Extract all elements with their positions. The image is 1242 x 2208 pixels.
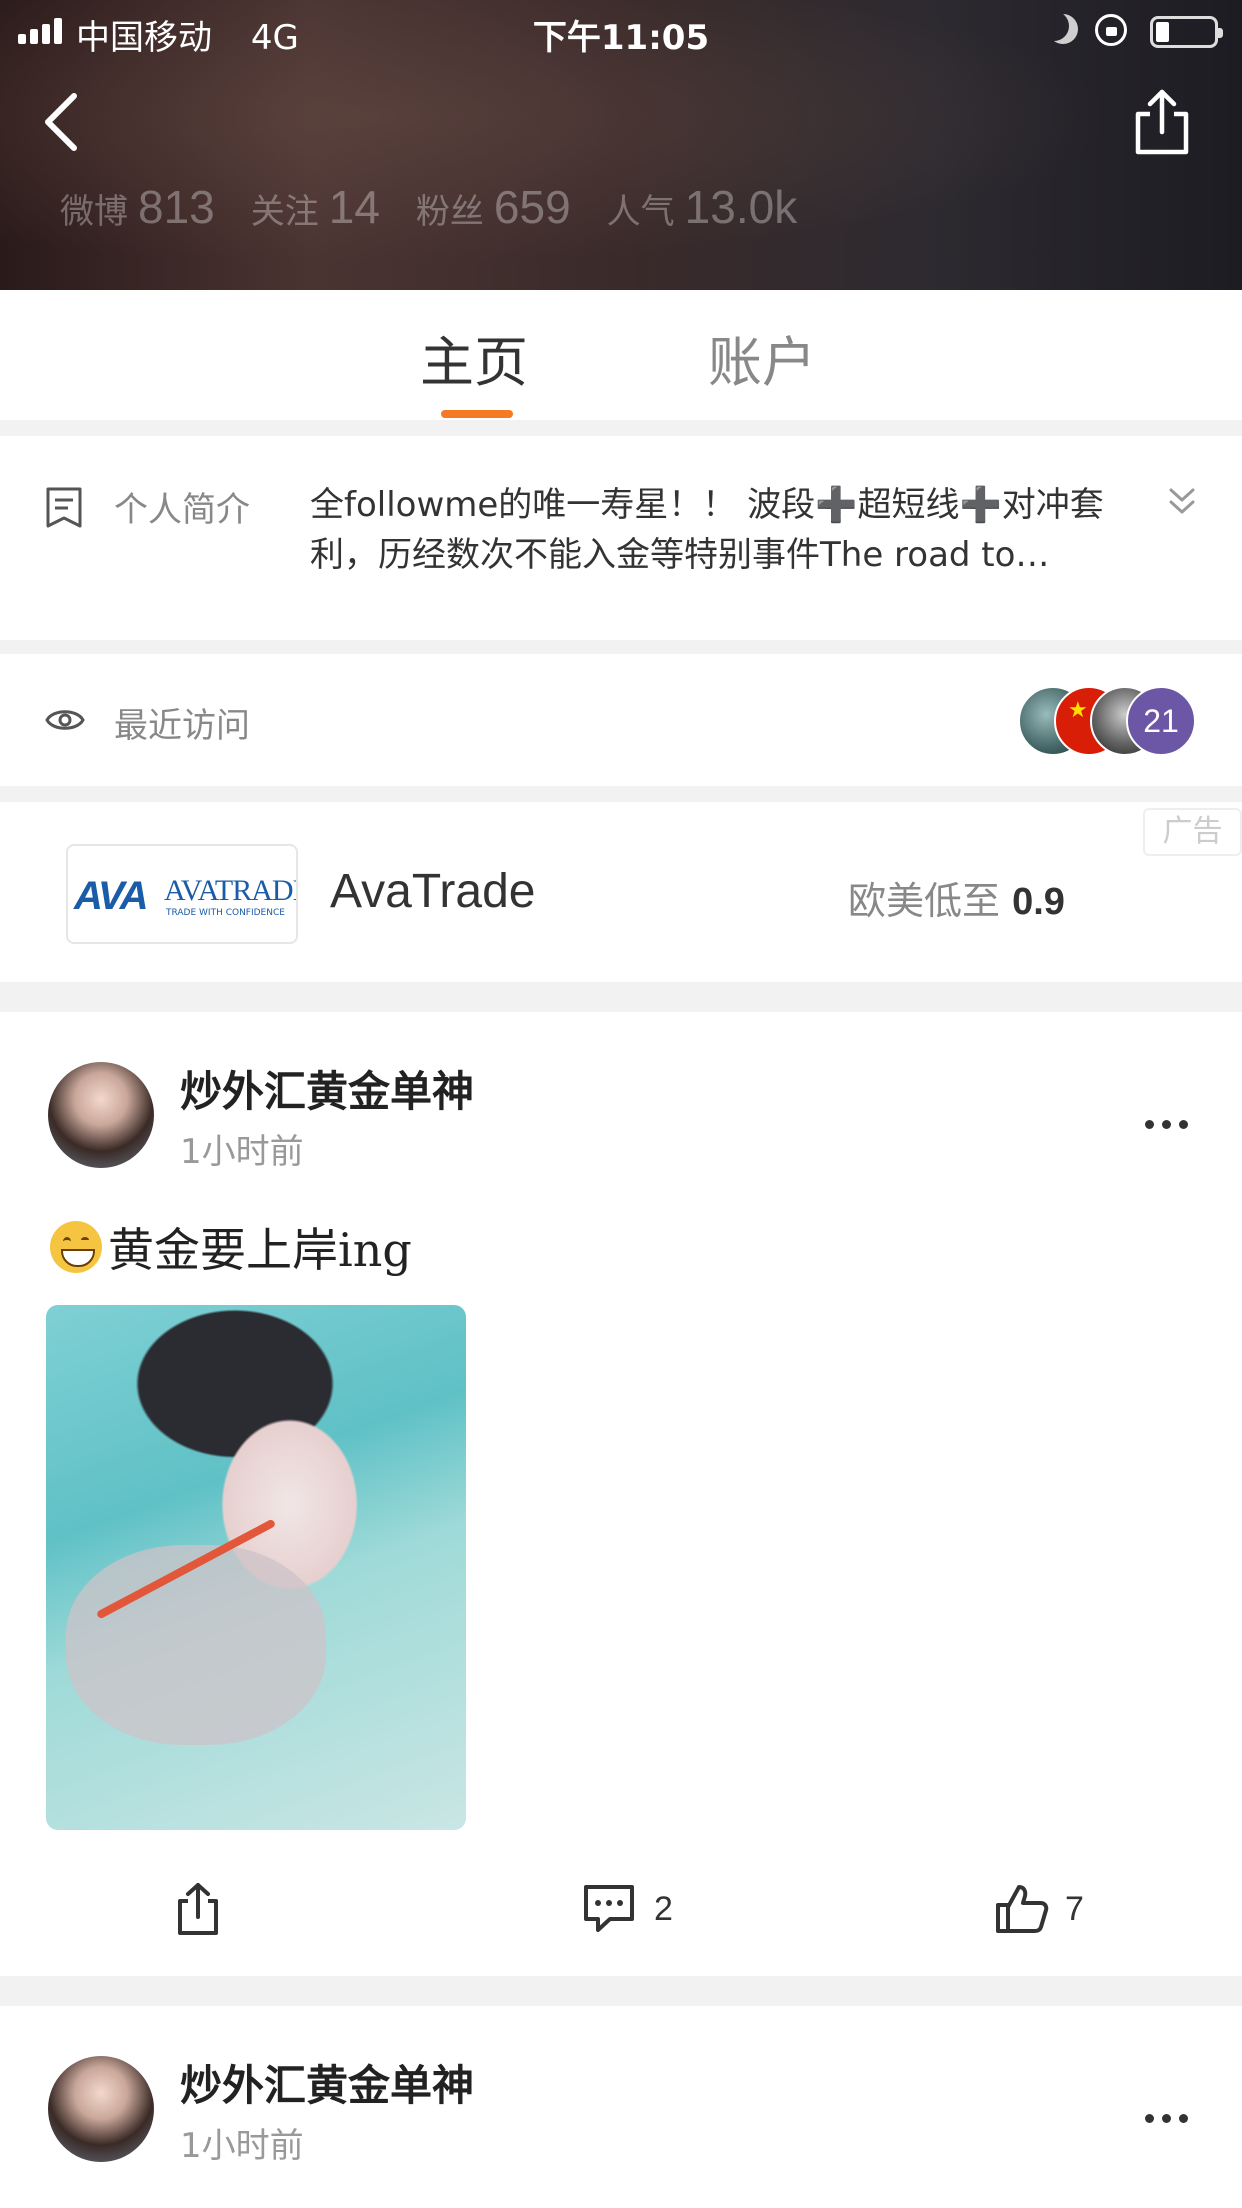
feed-post[interactable]: 炒外汇黄金单神 1小时前 xyxy=(0,2006,1242,2208)
post-time: 1小时前 xyxy=(180,1132,304,1172)
stat-weibo[interactable]: 微博 813 xyxy=(60,180,215,234)
avatar[interactable] xyxy=(48,1062,154,1168)
like-count: 7 xyxy=(1065,1889,1084,1928)
battery-icon xyxy=(1150,16,1223,48)
comment-icon xyxy=(584,1885,634,1932)
bio-section[interactable]: 个人简介 全followme的唯一寿星！！ 波段➕超短线➕对冲套利，历经数次不能… xyxy=(0,436,1242,640)
chevron-double-down-icon[interactable] xyxy=(1165,482,1199,522)
stat-following[interactable]: 关注 14 xyxy=(251,180,380,234)
chevron-left-icon xyxy=(45,93,77,151)
more-icon xyxy=(1145,2113,1154,2123)
comment-button[interactable]: 2 xyxy=(580,1874,673,1944)
tab-home[interactable]: 主页 xyxy=(420,318,528,397)
post-actions: 2 7 xyxy=(0,1874,1242,1964)
eye-icon xyxy=(45,710,85,730)
post-author[interactable]: 炒外汇黄金单神 xyxy=(180,2052,474,2113)
bio-label: 个人简介 xyxy=(114,490,250,530)
logo-word: AVATRADE xyxy=(164,874,298,907)
tab-bar: 主页 账户 xyxy=(0,290,1242,420)
do-not-disturb-icon xyxy=(1048,14,1078,44)
grinning-face-emoji-icon xyxy=(50,1221,102,1273)
visitor-count-badge: 21 xyxy=(1126,686,1196,756)
post-author[interactable]: 炒外汇黄金单神 xyxy=(180,1058,474,1119)
like-button[interactable]: 7 xyxy=(995,1874,1084,1944)
post-time: 1小时前 xyxy=(180,2126,304,2166)
post-image[interactable] xyxy=(46,1305,466,1830)
tab-account[interactable]: 账户 xyxy=(708,318,816,397)
profile-stats: 微博 813 关注 14 粉丝 659 人气 13.0k xyxy=(60,180,797,234)
ad-banner[interactable]: 广告 AVA AVATRADE TRADE WITH CONFIDENCE Av… xyxy=(0,802,1242,982)
logo-mark: AVA xyxy=(74,874,149,918)
share-button[interactable] xyxy=(1130,88,1194,158)
ad-spread-value: 0.9 xyxy=(1012,881,1065,923)
ad-name: AvaTrade xyxy=(330,865,536,918)
ad-badge: 广告 xyxy=(1143,808,1242,856)
rotation-lock-icon xyxy=(1095,14,1127,46)
feed-post[interactable]: 炒外汇黄金单神 1小时前 黄金要上岸ing 2 7 xyxy=(0,1012,1242,1976)
avatrade-logo: AVA AVATRADE TRADE WITH CONFIDENCE xyxy=(66,844,298,944)
ad-description: 欧美低至 0.9 xyxy=(848,879,1065,923)
more-options-button[interactable] xyxy=(1145,1114,1189,1134)
back-button[interactable] xyxy=(30,80,110,160)
share-icon xyxy=(1135,89,1189,155)
status-bar: 中国移动 4G 下午11:05 xyxy=(0,0,1242,62)
profile-header: 中国移动 4G 下午11:05 微博 813 关注 14 粉丝 659 人气 13.0k xyxy=(0,0,1242,290)
visitor-avatars[interactable]: 21 xyxy=(1018,686,1198,758)
stat-popularity[interactable]: 人气 13.0k xyxy=(607,180,798,234)
recent-visitors-row[interactable]: 最近访问 21 xyxy=(0,654,1242,786)
more-options-button[interactable] xyxy=(1145,2108,1189,2128)
logo-tagline: TRADE WITH CONFIDENCE xyxy=(166,908,285,918)
avatar[interactable] xyxy=(48,2056,154,2162)
stat-followers[interactable]: 粉丝 659 xyxy=(416,180,571,234)
profile-card-icon xyxy=(46,487,82,528)
comment-count: 2 xyxy=(654,1889,673,1928)
post-text: 黄金要上岸ing xyxy=(50,1214,412,1280)
thumbs-up-icon xyxy=(996,1885,1049,1933)
more-icon xyxy=(1145,1119,1154,1129)
active-tab-indicator xyxy=(441,410,513,418)
repost-button[interactable] xyxy=(174,1874,222,1944)
share-icon xyxy=(178,1883,218,1935)
bio-text: 全followme的唯一寿星！！ 波段➕超短线➕对冲套利，历经数次不能入金等特别… xyxy=(310,485,1104,575)
recent-visitors-label: 最近访问 xyxy=(114,706,250,746)
